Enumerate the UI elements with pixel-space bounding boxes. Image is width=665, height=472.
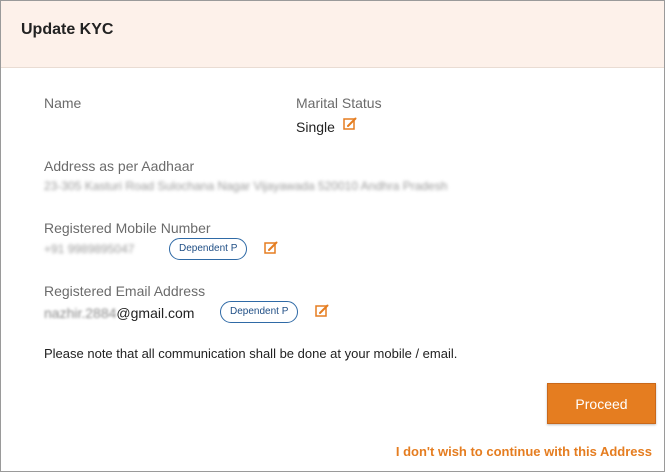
- mobile-label: Registered Mobile Number: [44, 220, 211, 236]
- email-dependent-badge: Dependent P: [220, 301, 299, 323]
- email-label: Registered Email Address: [44, 283, 206, 299]
- edit-mobile-icon[interactable]: [264, 241, 278, 255]
- proceed-button[interactable]: Proceed: [547, 383, 656, 424]
- edit-marital-status-icon[interactable]: [343, 117, 357, 131]
- mobile-value: +91 9989895047: [44, 242, 135, 256]
- communication-note: Please note that all communication shall…: [44, 346, 458, 361]
- edit-email-icon[interactable]: [315, 304, 329, 318]
- address-label: Address as per Aadhaar: [44, 158, 195, 174]
- address-value: 23-305 Kasturi Road Sulochana Nagar Vija…: [44, 179, 448, 193]
- email-prefix: nazhir.2884: [44, 305, 117, 321]
- update-kyc-modal: Update KYC Name Marital Status Single Ad…: [0, 0, 665, 472]
- marital-status-label: Marital Status: [296, 95, 382, 111]
- email-value: nazhir.2884@gmail.com: [44, 305, 194, 321]
- marital-status-value: Single: [296, 119, 335, 135]
- decline-address-link[interactable]: I don't wish to continue with this Addre…: [396, 444, 652, 459]
- name-label: Name: [44, 95, 82, 111]
- modal-title: Update KYC: [21, 21, 114, 38]
- modal-header: Update KYC: [1, 1, 664, 68]
- email-suffix: @gmail.com: [116, 305, 195, 321]
- mobile-dependent-badge: Dependent P: [169, 238, 248, 260]
